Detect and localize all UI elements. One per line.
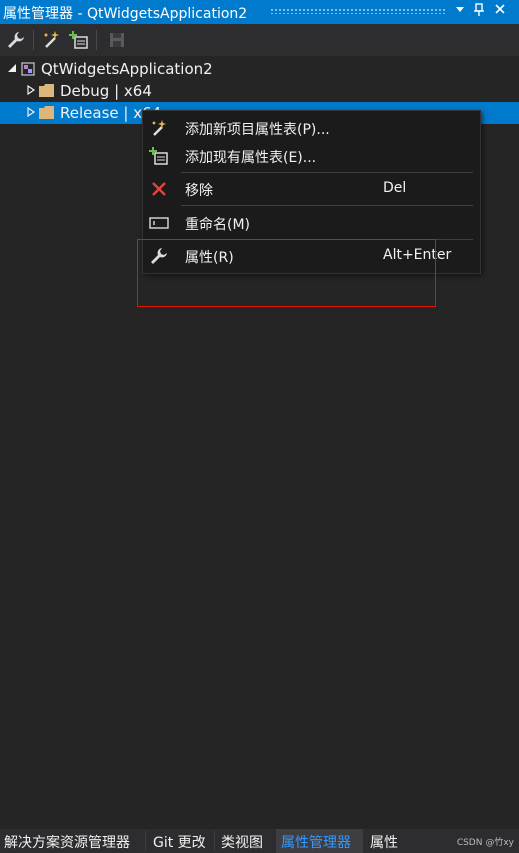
window-title: 属性管理器 - QtWidgetsApplication2 <box>3 6 248 22</box>
tree-item-label: Debug | x64 <box>60 82 152 100</box>
tab-separator <box>214 831 215 851</box>
menu-item-shortcut: Del <box>383 180 407 196</box>
menu-item-label: 重命名(M) <box>185 217 251 233</box>
add-existing-sheet-icon <box>69 31 88 49</box>
project-icon <box>21 62 35 76</box>
collapsed-triangle-icon[interactable] <box>26 107 36 117</box>
rename-icon <box>149 217 169 229</box>
pin-icon <box>474 3 484 16</box>
window-dropdown-button[interactable] <box>452 3 468 21</box>
menu-item-rename[interactable]: 重命名(M) <box>143 209 480 237</box>
toolbar-separator <box>33 30 34 50</box>
chevron-down-icon <box>456 7 464 12</box>
menu-item-label: 添加现有属性表(E)... <box>185 150 317 166</box>
expanded-triangle-icon[interactable] <box>7 63 17 73</box>
remove-x-icon <box>152 182 166 196</box>
save-button[interactable] <box>106 29 128 51</box>
menu-item-remove[interactable]: 移除 Del <box>143 175 480 203</box>
add-existing-sheet-icon <box>149 147 168 165</box>
tree-root-project[interactable]: QtWidgetsApplication2 <box>0 58 519 80</box>
toolbar-separator <box>96 30 97 50</box>
add-new-property-sheet-button[interactable] <box>40 29 62 51</box>
save-icon <box>110 33 124 47</box>
menu-item-label: 添加新项目属性表(P)... <box>185 122 330 138</box>
add-existing-property-sheet-button[interactable] <box>68 29 90 51</box>
highlight-annotation-box <box>137 239 436 307</box>
folder-icon <box>39 84 54 97</box>
menu-item-add-existing-property-sheet[interactable]: 添加现有属性表(E)... <box>143 142 480 170</box>
properties-button[interactable] <box>5 29 27 51</box>
menu-item-label: 移除 <box>185 183 213 199</box>
tab-solution-explorer[interactable]: 解决方案资源管理器 <box>4 832 130 852</box>
watermark: CSDN @竹xy <box>456 838 514 848</box>
menu-separator <box>181 172 473 173</box>
tree-item-debug[interactable]: Debug | x64 <box>0 80 519 102</box>
property-manager-toolbar <box>0 24 519 56</box>
magic-wand-icon <box>152 120 166 136</box>
bottom-tab-strip: 解决方案资源管理器 Git 更改 类视图 属性管理器 属性 CSDN @竹xy <box>0 829 519 853</box>
tab-property-manager[interactable]: 属性管理器 <box>281 832 351 852</box>
tab-properties[interactable]: 属性 <box>370 832 398 852</box>
menu-item-add-new-property-sheet[interactable]: 添加新项目属性表(P)... <box>143 114 480 142</box>
pin-button[interactable] <box>471 3 487 21</box>
tree-root-label: QtWidgetsApplication2 <box>41 60 213 78</box>
title-bar-grip[interactable] <box>270 8 445 14</box>
menu-separator <box>181 205 473 206</box>
tool-window-title-bar[interactable]: 属性管理器 - QtWidgetsApplication2 <box>0 0 519 24</box>
magic-wand-icon <box>44 31 59 48</box>
close-button[interactable] <box>492 3 508 21</box>
folder-icon <box>39 106 54 119</box>
tab-class-view[interactable]: 类视图 <box>221 832 263 852</box>
tab-git-changes[interactable]: Git 更改 <box>153 832 206 852</box>
close-icon <box>495 4 505 14</box>
collapsed-triangle-icon[interactable] <box>26 85 36 95</box>
wrench-icon <box>8 32 24 48</box>
tab-separator <box>145 831 146 851</box>
